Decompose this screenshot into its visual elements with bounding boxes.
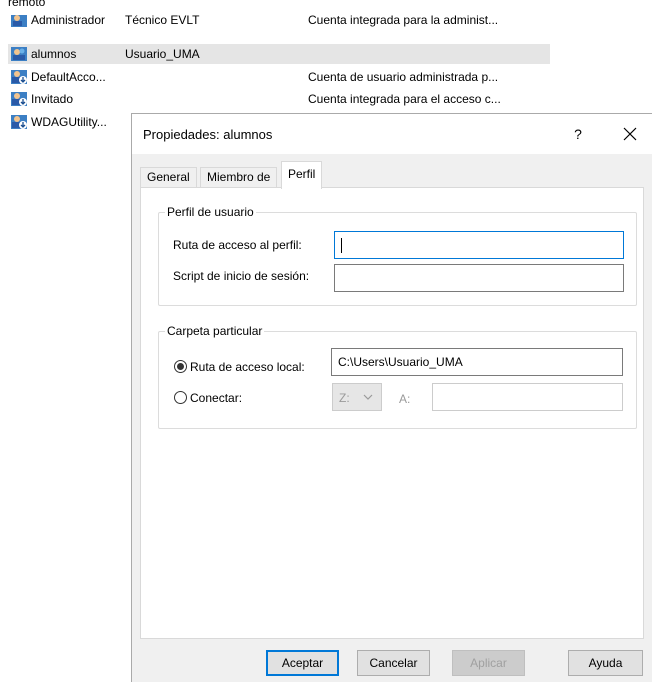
disabled-user-icon <box>11 92 27 106</box>
user-row-administrador[interactable]: Administrador Técnico EVLT Cuenta integr… <box>8 10 550 30</box>
apply-button[interactable]: Aplicar <box>452 650 525 676</box>
user-name: WDAGUtility... <box>31 115 107 129</box>
logon-script-input[interactable] <box>334 264 624 292</box>
properties-dialog: Propiedades: alumnos ? General Miembro d… <box>131 113 652 682</box>
profile-group: Perfil de usuario Ruta de acceso al perf… <box>158 205 637 306</box>
user-name: Invitado <box>31 92 74 106</box>
logon-script-label: Script de inicio de sesión: <box>173 269 310 283</box>
profile-path-label: Ruta de acceso al perfil: <box>173 238 302 252</box>
ok-button[interactable]: Aceptar <box>266 650 339 676</box>
user-name: Administrador <box>31 13 106 27</box>
user-row-alumnos[interactable]: alumnos Usuario_UMA <box>8 44 550 64</box>
connect-label[interactable]: Conectar: <box>190 391 242 405</box>
home-folder-group: Carpeta particular Ruta de acceso local:… <box>158 324 637 429</box>
text-caret <box>341 238 342 253</box>
radio-dot <box>177 363 184 370</box>
group-legend: Carpeta particular <box>165 324 265 338</box>
chevron-down-icon <box>363 394 373 400</box>
user-description: Cuenta de usuario administrada p... <box>308 70 499 84</box>
user-description: Cuenta integrada para la administ... <box>308 13 499 27</box>
help-footer-button[interactable]: Ayuda <box>568 650 643 676</box>
tab-panel-perfil: Perfil de usuario Ruta de acceso al perf… <box>140 187 644 639</box>
to-label: A: <box>399 392 411 406</box>
group-legend: Perfil de usuario <box>165 205 256 219</box>
user-full-name: Usuario_UMA <box>125 47 200 61</box>
help-button[interactable]: ? <box>568 124 588 144</box>
user-row-invitado[interactable]: Invitado Cuenta integrada para el acceso… <box>8 89 550 109</box>
dialog-title: Propiedades: alumnos <box>143 127 273 142</box>
profile-path-input[interactable] <box>334 231 624 259</box>
tab-general[interactable]: General <box>140 167 197 188</box>
disabled-user-icon <box>11 70 27 84</box>
user-description: Cuenta integrada para el acceso c... <box>308 92 501 106</box>
local-path-label[interactable]: Ruta de acceso local: <box>190 360 305 374</box>
local-path-radio[interactable] <box>174 360 187 373</box>
dialog-titlebar[interactable]: Propiedades: alumnos ? <box>132 114 652 154</box>
tab-perfil[interactable]: Perfil <box>281 161 323 189</box>
drive-letter-select[interactable]: Z: <box>332 383 382 411</box>
user-name: alumnos <box>31 47 77 61</box>
connect-radio[interactable] <box>174 391 187 404</box>
list-column-header: remoto <box>8 0 46 9</box>
cancel-button[interactable]: Cancelar <box>357 650 430 676</box>
close-icon[interactable] <box>618 122 642 146</box>
user-row-defaultaccount[interactable]: DefaultAcco... Cuenta de usuario adminis… <box>8 67 550 87</box>
user-row-wdagutility[interactable]: WDAGUtility... <box>8 112 128 132</box>
user-icon <box>11 15 27 27</box>
connect-to-input[interactable] <box>432 383 623 411</box>
user-name: DefaultAcco... <box>31 70 106 84</box>
tab-miembro-de[interactable]: Miembro de <box>200 167 278 188</box>
disabled-user-icon <box>11 115 27 129</box>
local-path-input[interactable]: C:\Users\Usuario_UMA <box>331 348 623 376</box>
user-icon <box>11 47 27 61</box>
user-full-name: Técnico EVLT <box>125 13 200 27</box>
